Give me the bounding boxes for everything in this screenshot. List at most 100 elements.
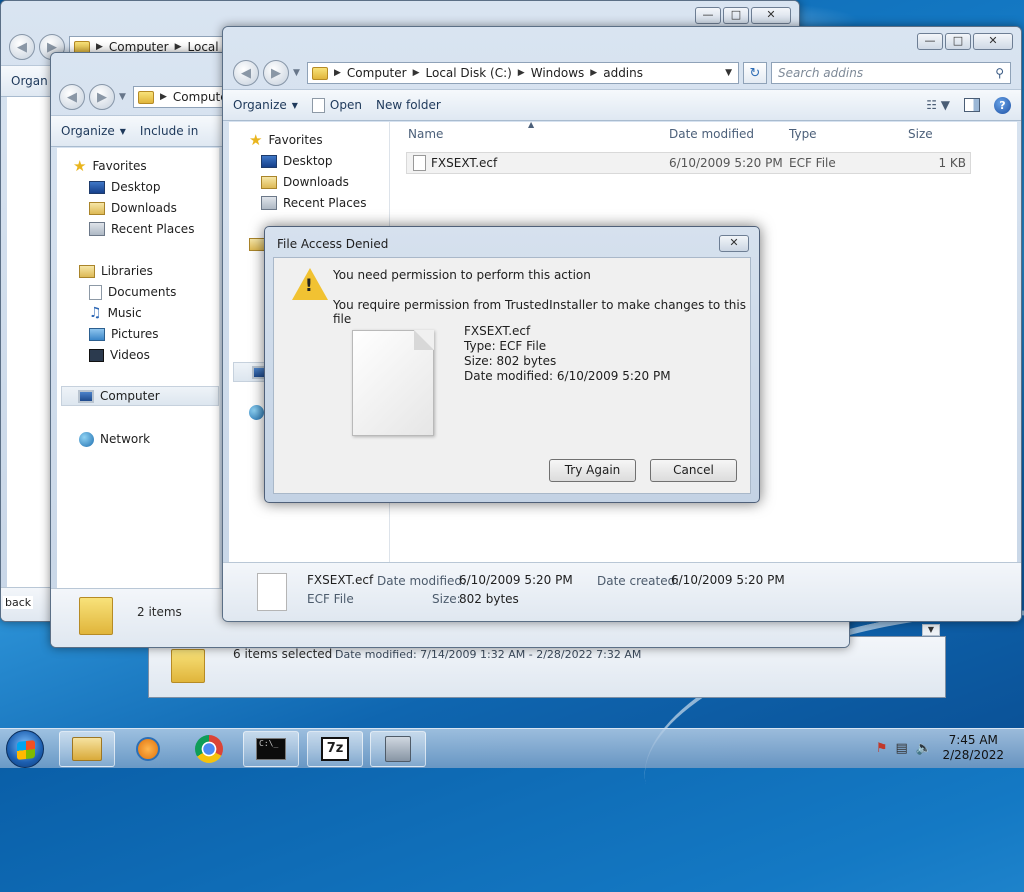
size-value: 802 bytes [459, 592, 519, 606]
cancel-button[interactable]: Cancel [650, 459, 737, 482]
toolbar-right: ☷ ▼ ? [926, 96, 1021, 114]
command-bar: Organize ▼ Open New folder ☷ ▼ ? [223, 89, 1021, 121]
network-tool-taskbar-button[interactable] [370, 731, 426, 767]
media-player-taskbar-button[interactable] [120, 731, 176, 767]
breadcrumb-separator: ▶ [412, 68, 420, 78]
nav-desktop[interactable]: Desktop [89, 177, 219, 197]
date-modified-label: Date modified: [377, 574, 467, 588]
nav-pictures[interactable]: Pictures [89, 324, 219, 344]
recent-places-icon [261, 196, 277, 210]
forward-button[interactable]: ▶ [263, 60, 289, 86]
close-button[interactable]: ✕ [751, 7, 791, 24]
dropdown-arrow-icon: ▼ [291, 100, 298, 110]
nav-recent-places[interactable]: Recent Places [89, 219, 219, 239]
nav-label: Libraries [101, 264, 153, 278]
change-view-icon[interactable]: ☷ ▼ [926, 98, 950, 112]
organize-menu[interactable]: Organ [11, 74, 48, 88]
preview-pane-icon[interactable] [964, 98, 980, 112]
address-dropdown-icon[interactable]: ▼ [725, 68, 732, 78]
network-tool-icon [385, 736, 411, 762]
open-button[interactable]: Open [311, 97, 362, 113]
maximize-button[interactable]: □ [945, 33, 971, 50]
nav-documents[interactable]: Documents [89, 282, 219, 302]
back-button[interactable]: ◀ [9, 34, 35, 60]
column-date-modified[interactable]: Date modified [669, 127, 754, 141]
document-icon [311, 97, 325, 113]
organize-label: Organize [61, 124, 115, 138]
new-folder-button[interactable]: New folder [376, 98, 441, 112]
back-button[interactable]: ◀ [233, 60, 259, 86]
organize-menu[interactable]: Organize ▼ [61, 124, 126, 138]
open-label: Open [329, 98, 362, 112]
recent-pages-dropdown[interactable]: ▼ [293, 68, 303, 78]
nav-recent-places[interactable]: Recent Places [261, 193, 389, 213]
clock[interactable]: 7:45 AM 2/28/2022 [942, 733, 1004, 763]
file-access-denied-dialog[interactable]: File Access Denied ✕ ! You need permissi… [264, 226, 760, 503]
nav-videos[interactable]: Videos [89, 345, 219, 365]
music-icon: ♫ [89, 305, 102, 321]
breadcrumb-addins[interactable]: addins [603, 66, 643, 80]
nav-libraries[interactable]: Libraries [79, 261, 219, 281]
organize-label: Organize [233, 98, 287, 112]
nav-downloads[interactable]: Downloads [261, 172, 389, 192]
close-button[interactable]: ✕ [973, 33, 1013, 50]
refresh-button[interactable]: ↻ [743, 62, 767, 84]
file-icon [413, 155, 426, 171]
date-created-label: Date created: [597, 574, 680, 588]
explorer-taskbar-button[interactable] [59, 731, 115, 767]
recent-pages-dropdown[interactable]: ▼ [119, 92, 129, 102]
cmd-taskbar-button[interactable]: C:\_ [243, 731, 299, 767]
minimize-button[interactable]: — [917, 33, 943, 50]
nav-favorites[interactable]: ★ Favorites [249, 130, 389, 150]
breadcrumb-separator: ▶ [590, 68, 598, 78]
nav-desktop[interactable]: Desktop [261, 151, 389, 171]
file-info-size: Size: 802 bytes [464, 354, 557, 368]
scroll-arrow-down[interactable]: ▼ [922, 624, 940, 636]
file-info-type: Type: ECF File [464, 339, 547, 353]
file-row[interactable]: FXSEXT.ecf 6/10/2009 5:20 PM ECF File 1 … [406, 152, 971, 174]
back-button[interactable]: ◀ [59, 84, 85, 110]
desktop-icon [89, 180, 105, 194]
breadcrumb-separator: ▶ [334, 68, 341, 78]
dialog-close-button[interactable]: ✕ [719, 235, 749, 252]
column-type[interactable]: Type [789, 127, 817, 141]
network-icon [79, 431, 94, 447]
nav-label: Documents [108, 285, 177, 299]
navigation-pane: ★ Favorites Desktop Downloads Recent Pla… [57, 148, 220, 588]
downloads-icon [261, 175, 277, 189]
breadcrumb-windows[interactable]: Windows [531, 66, 585, 80]
action-center-icon[interactable]: ⚑ [876, 741, 888, 756]
minimize-button[interactable]: — [695, 7, 721, 24]
clock-date: 2/28/2022 [942, 748, 1004, 762]
breadcrumb-local-disk[interactable]: Local Disk (C:) [426, 66, 512, 80]
nav-computer[interactable]: Computer [61, 386, 219, 406]
nav-favorites[interactable]: ★ Favorites [73, 156, 219, 176]
nav-downloads[interactable]: Downloads [89, 198, 219, 218]
date-modified-value: 6/10/2009 5:20 PM [459, 573, 573, 587]
maximize-button[interactable]: □ [723, 7, 749, 24]
volume-icon[interactable]: 🔈 [916, 741, 932, 756]
breadcrumb-computer[interactable]: Computer [347, 66, 407, 80]
nav-label: Recent Places [111, 222, 195, 236]
file-name: FXSEXT.ecf [431, 156, 498, 170]
nav-label: Recent Places [283, 196, 367, 210]
start-button[interactable] [6, 730, 44, 768]
chrome-icon [195, 735, 223, 763]
7zip-taskbar-button[interactable]: 7z [307, 731, 363, 767]
forward-button[interactable]: ▶ [89, 84, 115, 110]
column-name[interactable]: Name [408, 127, 443, 141]
help-icon[interactable]: ? [994, 96, 1011, 114]
address-bar[interactable]: ▶ Computer ▶ Local Disk (C:) ▶ Windows ▶… [307, 62, 739, 84]
network-status-icon[interactable]: ▤ [896, 741, 908, 756]
include-in-library-menu[interactable]: Include in [140, 124, 198, 138]
organize-menu[interactable]: Organize ▼ [233, 98, 298, 112]
nav-network[interactable]: Network [79, 429, 219, 449]
search-input[interactable]: Search addins ⚲ [771, 62, 1011, 84]
chrome-taskbar-button[interactable] [181, 731, 237, 767]
folder-icon [312, 66, 328, 80]
file-document-icon [352, 330, 434, 436]
try-again-button[interactable]: Try Again [549, 459, 636, 482]
nav-label: Music [107, 306, 142, 320]
column-size[interactable]: Size [908, 127, 933, 141]
nav-music[interactable]: ♫ Music [89, 303, 219, 323]
